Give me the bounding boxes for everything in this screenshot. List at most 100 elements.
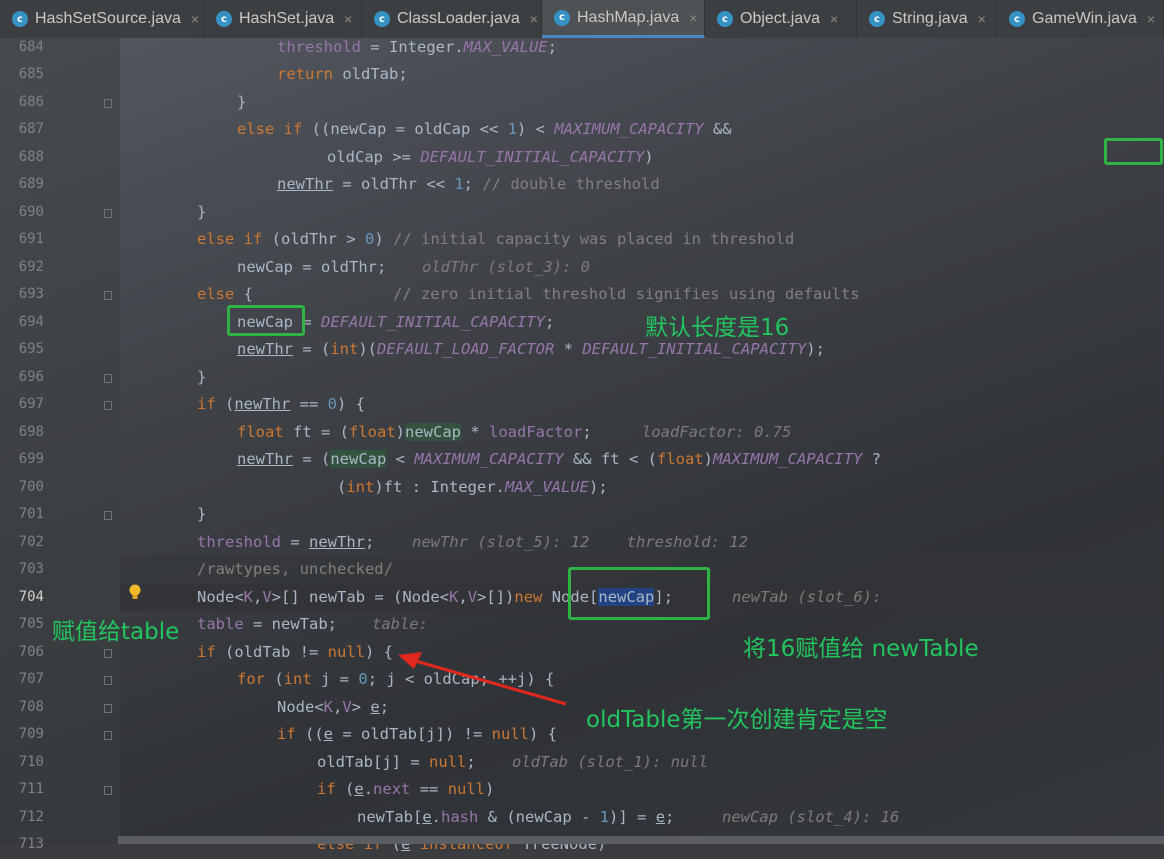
tab-label: GameWin.java [1032, 10, 1137, 27]
code-line: threshold = Integer.MAX_VALUE; [277, 37, 557, 56]
fold-icon[interactable] [104, 786, 112, 795]
line-number: 686 [18, 93, 44, 110]
fold-icon[interactable] [104, 648, 112, 658]
fold-icon[interactable] [104, 208, 112, 218]
tab-label: String.java [892, 10, 968, 27]
line-number: 701 [18, 506, 44, 522]
fold-icon[interactable] [104, 511, 112, 520]
editor-tab-bar: c HashSetSource.java × c HashSet.java × c Class… [0, 0, 1164, 39]
code-line: else if (oldThr > 0) // initial capacity… [197, 230, 795, 248]
code-line: } [197, 367, 207, 386]
tab-label: ClassLoader.java [397, 10, 520, 27]
tab-label: Object.java [740, 10, 821, 27]
tab-object-java[interactable]: c Object.java × [705, 0, 857, 38]
class-icon: c [717, 11, 733, 27]
line-number: 687 [18, 121, 44, 137]
class-icon: c [1009, 11, 1025, 27]
code-line: newThr = oldThr << 1; // double threshol… [277, 175, 660, 193]
tab-classloader-java[interactable]: c ClassLoader.java × [362, 0, 542, 38]
fold-icon[interactable] [104, 291, 112, 300]
code-line: oldTab[j] = null; [317, 752, 476, 771]
highlight-box-newcap [227, 305, 305, 336]
fold-icon[interactable] [104, 401, 112, 410]
line-number: 685 [18, 66, 44, 82]
fold-icon[interactable] [104, 373, 112, 383]
code-line: newThr = (newCap < MAXIMUM_CAPACITY && f… [237, 450, 881, 468]
line-number: 692 [18, 258, 44, 275]
line-number: 690 [18, 203, 44, 220]
code-line: } [197, 505, 207, 523]
close-icon[interactable]: × [191, 11, 199, 27]
close-icon[interactable]: × [1147, 11, 1155, 27]
tab-label: HashSetSource.java [35, 10, 181, 27]
code-line: newCap = oldThr; [237, 257, 387, 276]
tab-label: HashMap.java [577, 8, 680, 26]
code-line: if ((e = oldTab[j]) != null) { [277, 725, 557, 743]
fold-icon[interactable] [104, 676, 112, 685]
line-number: 708 [18, 698, 44, 715]
line-number: 706 [18, 643, 44, 660]
fold-icon[interactable] [104, 98, 112, 108]
highlight-box-scroll-marker [1104, 138, 1163, 165]
class-icon: c [216, 11, 232, 27]
tab-label: HashSet.java [239, 10, 335, 27]
line-number: 697 [18, 396, 44, 412]
class-icon: c [869, 11, 885, 27]
close-icon[interactable]: × [344, 11, 352, 27]
line-number: 694 [18, 313, 44, 330]
tab-hashmap-java[interactable]: c HashMap.java × [542, 0, 705, 38]
tab-hashset-java[interactable]: c HashSet.java × [204, 0, 362, 38]
class-icon: c [374, 11, 390, 27]
line-number: 689 [18, 176, 44, 192]
line-number: 709 [18, 726, 44, 742]
code-line: newTab[e.hash & (newCap - 1)] = e; [357, 807, 675, 826]
tab-hashsetsource-java[interactable]: c HashSetSource.java × [0, 0, 204, 38]
annotation-assign-new-table: 将16赋值给 newTable [743, 636, 979, 662]
line-number: 704 [18, 588, 44, 605]
close-icon[interactable]: × [689, 10, 697, 26]
highlight-box-new-node [568, 567, 710, 620]
code-line: if (newThr == 0) { [197, 395, 366, 413]
code-line: float ft = (float)newCap * loadFactor; [237, 422, 592, 441]
inline-debug-hint: newTab (slot_6): [732, 587, 882, 606]
inline-debug-hint: loadFactor: 0.75 [642, 422, 792, 441]
code-line: (int)ft : Integer.MAX_VALUE); [337, 477, 608, 496]
horizontal-scrollbar[interactable] [118, 836, 1164, 844]
inline-debug-hint: newCap (slot_4): 16 [722, 807, 900, 826]
inline-debug-hint: table: [372, 615, 428, 633]
class-icon: c [12, 11, 28, 27]
lightbulb-icon[interactable] [128, 584, 142, 600]
line-number: 688 [18, 148, 44, 165]
line-number: 696 [18, 368, 44, 385]
line-number: 713 [18, 836, 44, 852]
class-icon: c [554, 9, 570, 26]
inline-debug-hint: oldTab (slot_1): null [512, 752, 708, 771]
annotation-default-length: 默认长度是16 [645, 315, 790, 341]
line-number: 699 [18, 451, 44, 467]
code-line: return oldTab; [277, 65, 408, 83]
close-icon[interactable]: × [830, 11, 838, 27]
code-line: else if ((newCap = oldCap << 1) < MAXIMU… [237, 120, 732, 138]
line-number: 712 [18, 808, 44, 825]
line-number: 710 [18, 753, 44, 770]
line-number: 698 [18, 423, 44, 440]
code-line: } [237, 92, 247, 111]
code-line: if (e.next == null) [317, 780, 495, 798]
fold-icon[interactable] [104, 703, 112, 713]
code-line: } [197, 202, 207, 221]
code-line: Node<K,V> e; [277, 697, 390, 716]
code-line: /rawtypes, unchecked/ [197, 560, 393, 578]
tab-gamewin-java[interactable]: c GameWin.java × [997, 0, 1164, 38]
fold-icon[interactable] [104, 731, 112, 740]
inline-debug-hint: oldThr (slot_3): 0 [422, 257, 590, 276]
line-number: 700 [18, 478, 44, 495]
line-number: 711 [18, 781, 44, 797]
code-line: if (oldTab != null) { [197, 642, 393, 661]
tab-string-java[interactable]: c String.java × [857, 0, 997, 38]
line-number: 695 [18, 341, 44, 357]
line-number: 703 [18, 561, 44, 577]
close-icon[interactable]: × [530, 11, 538, 27]
line-number: 705 [18, 616, 44, 632]
line-number: 693 [18, 286, 44, 302]
close-icon[interactable]: × [978, 11, 986, 27]
